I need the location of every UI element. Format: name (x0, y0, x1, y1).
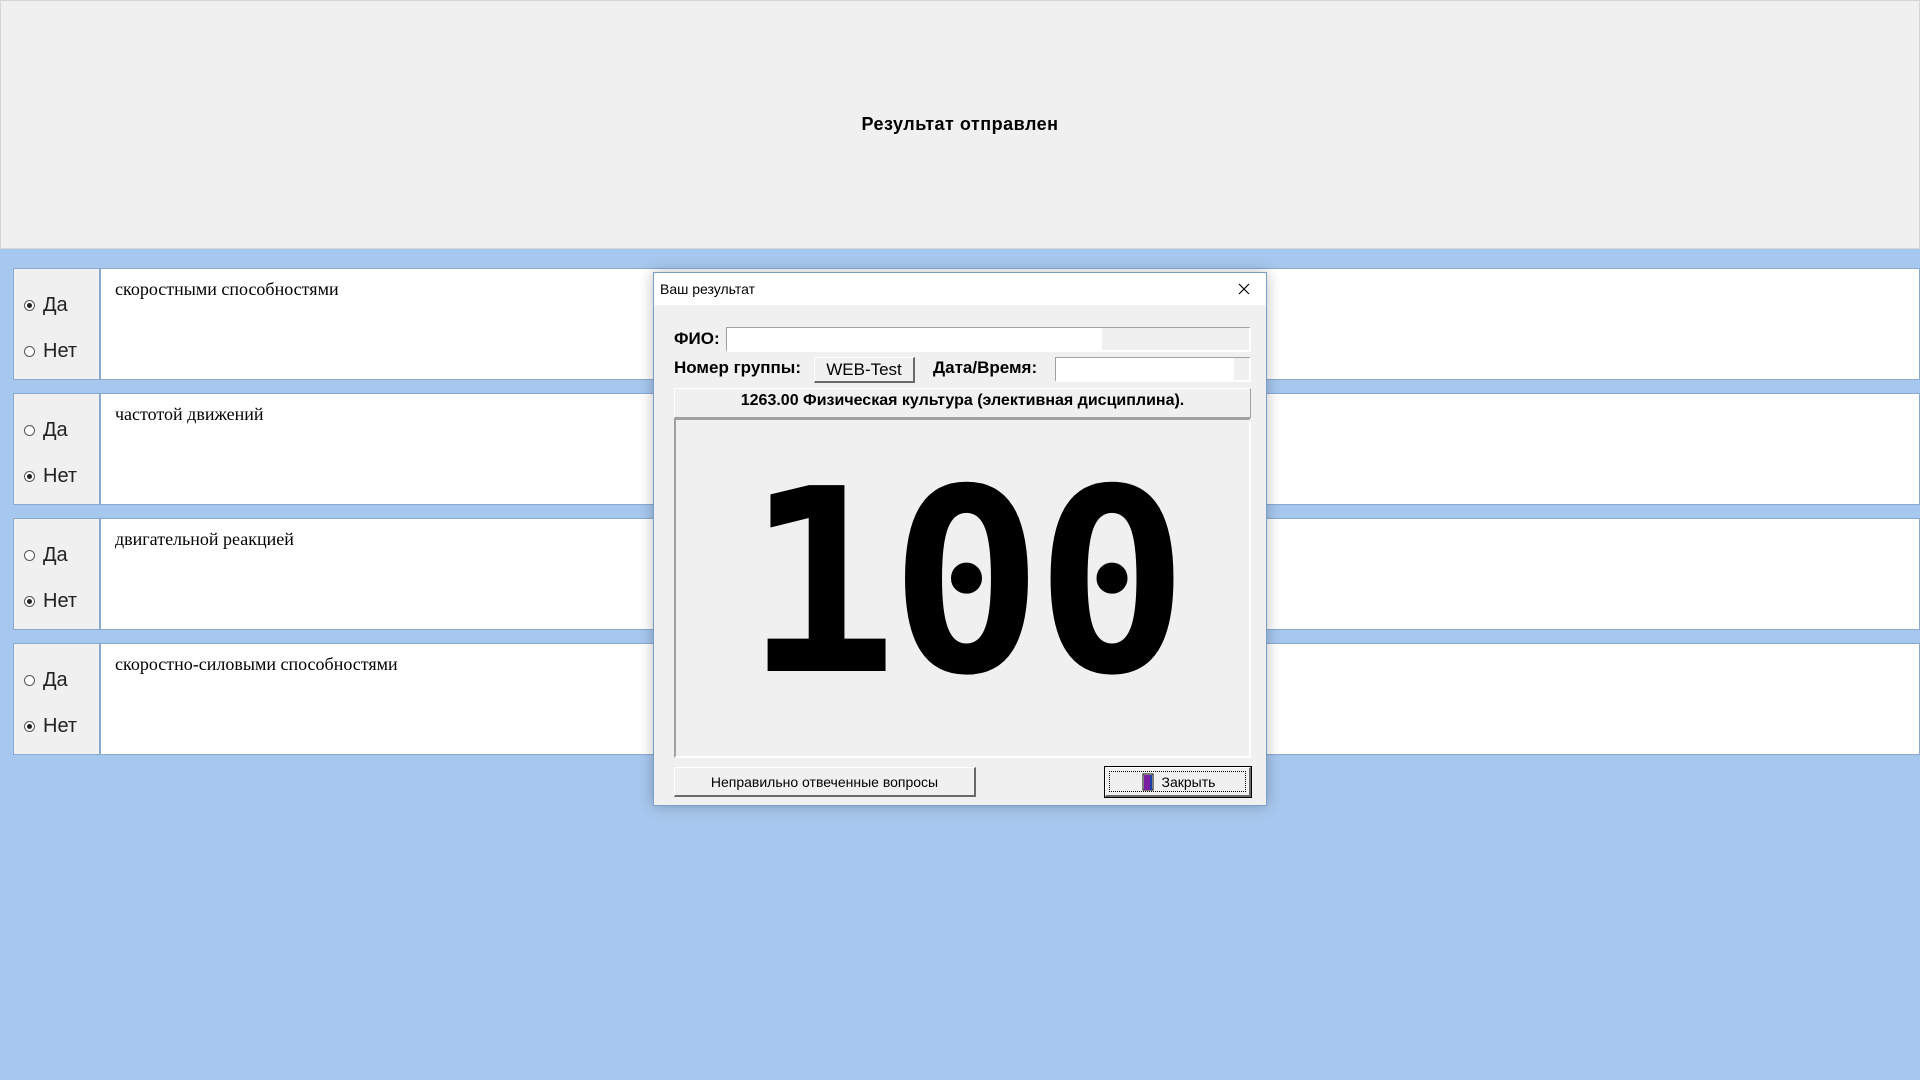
course-title-text: 1263.00 Физическая культура (элективная … (740, 392, 1185, 409)
dialog-titlebar: Ваш результат (654, 273, 1266, 305)
answer-options: Да Нет (13, 393, 100, 505)
group-value-box: WEB-Test (814, 357, 915, 383)
radio-no[interactable] (24, 346, 35, 357)
radio-no[interactable] (24, 721, 35, 732)
datetime-field-fill (1056, 358, 1234, 380)
answer-options: Да Нет (13, 518, 100, 630)
radio-yes[interactable] (24, 675, 35, 686)
close-button-focus-rect: Закрыть (1109, 771, 1246, 792)
fio-label: ФИО: (674, 329, 720, 348)
fio-field (726, 327, 1251, 352)
question-text: частотой движений (115, 404, 264, 424)
option-no[interactable]: Нет (24, 340, 77, 363)
dialog-title: Ваш результат (660, 281, 755, 297)
option-yes-label: Да (43, 669, 68, 691)
option-no[interactable]: Нет (24, 715, 77, 738)
score-value: 100 (744, 434, 1189, 732)
radio-no[interactable] (24, 471, 35, 482)
radio-yes[interactable] (24, 550, 35, 561)
result-dialog: Ваш результат ФИО: Номер группы: WEB-Tes… (653, 272, 1267, 806)
wrong-answers-button-label: Неправильно отвеченные вопросы (710, 773, 939, 790)
option-no[interactable]: Нет (24, 590, 77, 613)
option-yes[interactable]: Да (24, 669, 68, 692)
question-text: двигательной реакцией (115, 529, 294, 549)
option-no-label: Нет (43, 465, 78, 487)
group-label: Номер группы: (674, 358, 801, 377)
close-button[interactable]: Закрыть (1104, 766, 1252, 798)
group-value: WEB-Test (826, 359, 902, 379)
result-sent-message: Результат отправлен (861, 114, 1059, 134)
door-exit-icon (1142, 773, 1154, 790)
option-yes[interactable]: Да (24, 294, 68, 317)
answer-options: Да Нет (13, 268, 100, 380)
dialog-close-button[interactable] (1222, 273, 1266, 305)
option-no[interactable]: Нет (24, 465, 77, 488)
datetime-label: Дата/Время: (933, 358, 1038, 377)
option-yes-label: Да (43, 419, 68, 441)
course-title: 1263.00 Физическая культура (элективная … (674, 388, 1251, 418)
option-no-label: Нет (43, 590, 78, 612)
wrong-answers-button[interactable]: Неправильно отвеченные вопросы (674, 767, 976, 797)
radio-yes[interactable] (24, 425, 35, 436)
option-yes-label: Да (43, 294, 68, 316)
radio-no[interactable] (24, 596, 35, 607)
option-yes[interactable]: Да (24, 544, 68, 567)
score-panel: 100 (674, 418, 1251, 758)
close-button-label: Закрыть (1161, 773, 1216, 790)
result-banner: Результат отправлен (0, 0, 1920, 249)
radio-yes[interactable] (24, 300, 35, 311)
option-no-label: Нет (43, 340, 78, 362)
question-text: скоростно-силовыми способностями (115, 654, 398, 674)
fio-field-fill (727, 328, 1102, 350)
option-no-label: Нет (43, 715, 78, 737)
answer-options: Да Нет (13, 643, 100, 755)
datetime-field (1055, 357, 1251, 382)
question-text: скоростными способностями (115, 279, 339, 299)
option-yes[interactable]: Да (24, 419, 68, 442)
option-yes-label: Да (43, 544, 68, 566)
close-icon[interactable] (1238, 283, 1250, 295)
